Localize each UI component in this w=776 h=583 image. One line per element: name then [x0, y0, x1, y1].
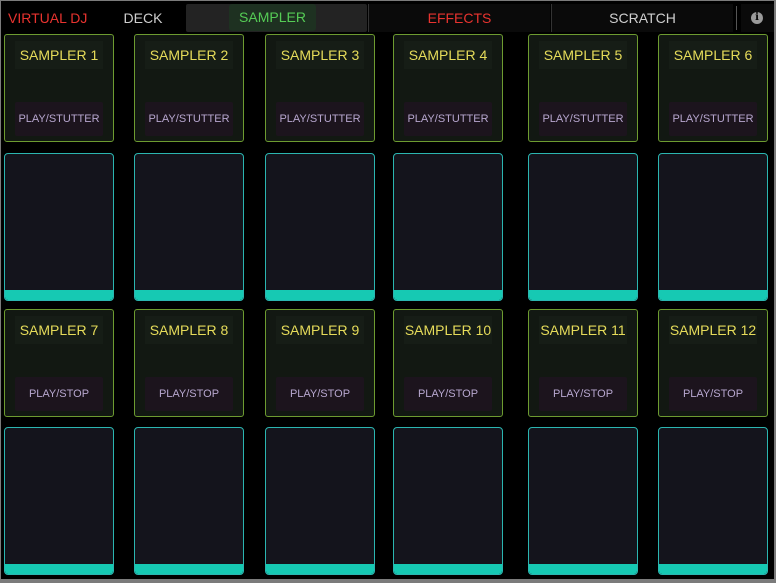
tab-deck[interactable]: DECK — [101, 4, 185, 32]
sampler-mode-button[interactable]: PLAY/STUTTER — [15, 102, 103, 136]
sampler-pad-4[interactable] — [393, 153, 503, 301]
sampler-mode-button[interactable]: PLAY/STOP — [276, 377, 364, 411]
pad-level-bar — [5, 564, 113, 574]
sampler-name[interactable]: SAMPLER 8 — [145, 316, 233, 344]
sampler-pad-1[interactable] — [4, 153, 114, 301]
sampler-app: VIRTUAL DJ DECK SAMPLER EFFECTS SCRATCH … — [1, 1, 774, 579]
pad-level-bar — [659, 564, 767, 574]
sampler-name[interactable]: SAMPLER 2 — [145, 41, 233, 69]
top-bar: VIRTUAL DJ DECK SAMPLER EFFECTS SCRATCH … — [1, 1, 774, 34]
sampler-name[interactable]: SAMPLER 7 — [15, 316, 103, 344]
sampler-name[interactable]: SAMPLER 5 — [539, 41, 627, 69]
sampler-mode-button[interactable]: PLAY/STUTTER — [276, 102, 364, 136]
sampler-card-3[interactable]: SAMPLER 3 PLAY/STUTTER — [265, 34, 375, 142]
sampler-mode-button[interactable]: PLAY/STOP — [539, 377, 627, 411]
sampler-pad-10[interactable] — [393, 427, 503, 575]
sampler-mode-button[interactable]: PLAY/STUTTER — [669, 102, 757, 136]
pad-level-bar — [266, 564, 374, 574]
sampler-card-4[interactable]: SAMPLER 4 PLAY/STUTTER — [393, 34, 503, 142]
sampler-name[interactable]: SAMPLER 10 — [404, 316, 492, 344]
app-title: VIRTUAL DJ — [8, 10, 88, 26]
tab-sampler-area: SAMPLER — [186, 4, 367, 32]
sampler-pad-11[interactable] — [528, 427, 638, 575]
pad-level-bar — [394, 290, 502, 300]
pad-level-bar — [135, 290, 243, 300]
tab-sampler[interactable]: SAMPLER — [229, 4, 316, 31]
tab-effects[interactable]: EFFECTS — [368, 4, 550, 32]
sampler-card-7[interactable]: SAMPLER 7 PLAY/STOP — [4, 309, 114, 417]
pad-level-bar — [5, 290, 113, 300]
sampler-mode-button[interactable]: PLAY/STOP — [404, 377, 492, 411]
sampler-pad-2[interactable] — [134, 153, 244, 301]
sampler-mode-button[interactable]: PLAY/STUTTER — [539, 102, 627, 136]
sampler-card-9[interactable]: SAMPLER 9 PLAY/STOP — [265, 309, 375, 417]
sampler-pad-8[interactable] — [134, 427, 244, 575]
sampler-pad-12[interactable] — [658, 427, 768, 575]
sampler-name[interactable]: SAMPLER 11 — [539, 316, 627, 344]
sampler-card-2[interactable]: SAMPLER 2 PLAY/STUTTER — [134, 34, 244, 142]
sampler-name[interactable]: SAMPLER 12 — [669, 316, 757, 344]
divider — [736, 6, 737, 30]
sampler-mode-button[interactable]: PLAY/STOP — [15, 377, 103, 411]
pad-level-bar — [266, 290, 374, 300]
sampler-card-6[interactable]: SAMPLER 6 PLAY/STUTTER — [658, 34, 768, 142]
info-button[interactable]: i — [741, 4, 774, 32]
sampler-mode-button[interactable]: PLAY/STUTTER — [145, 102, 233, 136]
pad-level-bar — [529, 290, 637, 300]
pad-level-bar — [659, 290, 767, 300]
sampler-name[interactable]: SAMPLER 1 — [15, 41, 103, 69]
sampler-pad-9[interactable] — [265, 427, 375, 575]
sampler-mode-button[interactable]: PLAY/STUTTER — [404, 102, 492, 136]
pad-level-bar — [394, 564, 502, 574]
sampler-mode-button[interactable]: PLAY/STOP — [145, 377, 233, 411]
sampler-mode-button[interactable]: PLAY/STOP — [669, 377, 757, 411]
tab-scratch[interactable]: SCRATCH — [551, 4, 733, 32]
sampler-name[interactable]: SAMPLER 4 — [404, 41, 492, 69]
sampler-card-5[interactable]: SAMPLER 5 PLAY/STUTTER — [528, 34, 638, 142]
sampler-card-10[interactable]: SAMPLER 10 PLAY/STOP — [393, 309, 503, 417]
sampler-card-1[interactable]: SAMPLER 1 PLAY/STUTTER — [4, 34, 114, 142]
info-icon: i — [751, 12, 763, 24]
sampler-pad-7[interactable] — [4, 427, 114, 575]
sampler-name[interactable]: SAMPLER 3 — [276, 41, 364, 69]
pad-level-bar — [529, 564, 637, 574]
sampler-pad-5[interactable] — [528, 153, 638, 301]
sampler-name[interactable]: SAMPLER 6 — [669, 41, 757, 69]
sampler-card-12[interactable]: SAMPLER 12 PLAY/STOP — [658, 309, 768, 417]
sampler-card-11[interactable]: SAMPLER 11 PLAY/STOP — [528, 309, 638, 417]
sampler-card-8[interactable]: SAMPLER 8 PLAY/STOP — [134, 309, 244, 417]
pad-level-bar — [135, 564, 243, 574]
sampler-pad-3[interactable] — [265, 153, 375, 301]
sampler-name[interactable]: SAMPLER 9 — [276, 316, 364, 344]
sampler-pad-6[interactable] — [658, 153, 768, 301]
